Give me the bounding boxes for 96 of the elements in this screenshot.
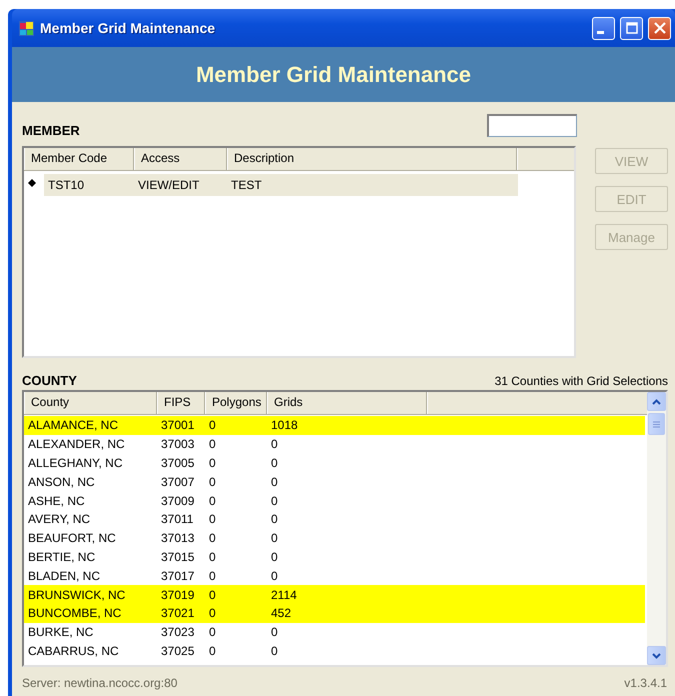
- table-cell-text: 0: [270, 456, 279, 470]
- table-cell-text: 0: [208, 606, 217, 620]
- chevron-down-icon: [652, 652, 661, 658]
- maximize-icon: [626, 22, 638, 34]
- chevron-up-icon: [652, 398, 661, 404]
- table-cell-text: ANSON, NC: [27, 474, 96, 489]
- table-cell-text: ASHE, NC: [27, 494, 86, 508]
- table-cell-text: 37019: [160, 588, 196, 602]
- app-heading: Member Grid Maintenance: [196, 62, 472, 88]
- table-cell-text: 0: [270, 437, 279, 452]
- table-row[interactable]: AVERY, NC 37011 0 0: [24, 510, 645, 529]
- table-cell-text: 37025: [160, 644, 196, 658]
- table-cell-text: 0: [208, 531, 217, 546]
- app-icon: [18, 20, 35, 36]
- minimize-button[interactable]: [592, 16, 615, 40]
- table-row[interactable]: BEAUFORT, NC 37013 0 0: [24, 528, 645, 548]
- selection-summary: 31 Counties with Grid Selections: [494, 374, 668, 388]
- table-row[interactable]: BUNCOMBE, NC 37021 0 452: [24, 604, 645, 623]
- table-row[interactable]: BURKE, NC 37023 0 0: [24, 622, 645, 642]
- table-cell-text: 37013: [160, 531, 196, 546]
- table-cell-text: 37007: [160, 474, 196, 489]
- table-cell-text: 0: [270, 494, 279, 508]
- scroll-down-button[interactable]: [647, 646, 666, 665]
- column-header[interactable]: Access: [134, 148, 227, 170]
- table-cell-text: 37003: [160, 437, 196, 452]
- current-row-icon: [28, 179, 36, 187]
- table-cell-text: 0: [208, 568, 217, 583]
- table-cell-text: 0: [208, 644, 217, 658]
- scroll-up-button[interactable]: [647, 392, 666, 411]
- table-cell-text: VIEW/EDIT: [137, 178, 200, 192]
- table-row[interactable]: ALEXANDER, NC 37003 0 0: [24, 434, 645, 454]
- column-header[interactable]: Polygons: [205, 392, 267, 414]
- table-row[interactable]: ALAMANCE, NC 37001 0 1018: [24, 416, 645, 435]
- table-cell-text: BERTIE, NC: [27, 550, 96, 564]
- section-label: COUNTY: [22, 373, 77, 388]
- close-button[interactable]: [648, 16, 671, 40]
- table-cell-text: 37011: [160, 512, 194, 526]
- table-cell-text: 0: [270, 550, 279, 564]
- table-cell-text: CABARRUS, NC: [27, 644, 120, 658]
- table-cell-text: BURKE, NC: [27, 625, 94, 640]
- table-row[interactable]: BERTIE, NC 37015 0 0: [24, 548, 645, 566]
- table-row[interactable]: BRUNSWICK, NC 37019 0 2114: [24, 585, 645, 604]
- column-header[interactable]: Member Code: [24, 148, 134, 170]
- table-cell-text: 1018: [270, 418, 299, 432]
- table-cell-text: 0: [208, 550, 217, 564]
- window-title: Member Grid Maintenance: [40, 20, 216, 36]
- table-row[interactable]: ALLEGHANY, NC 37005 0 0: [24, 454, 645, 472]
- maximize-button[interactable]: [620, 16, 643, 40]
- table-cell-text: 0: [208, 512, 217, 526]
- table-cell-text: 0: [270, 644, 279, 658]
- table-cell-text: 0: [270, 625, 279, 640]
- table-cell-text: 37021: [160, 606, 196, 620]
- table-cell-text: 37009: [160, 494, 196, 508]
- table-cell-text: 37023: [160, 625, 196, 640]
- table-cell-text: BEAUFORT, NC: [27, 531, 117, 546]
- table-cell-text: BRUNSWICK, NC: [27, 588, 126, 602]
- table-cell-text: 0: [270, 531, 279, 546]
- table-cell-text: 0: [208, 494, 217, 508]
- server-status: Server: newtina.ncocc.org:80: [22, 676, 178, 690]
- table-cell-text: 37005: [160, 456, 196, 470]
- table-cell-text: 0: [270, 474, 279, 489]
- scrollbar[interactable]: [647, 392, 666, 665]
- table-cell-text: 37017: [160, 568, 196, 583]
- table-cell-text: 452: [270, 606, 292, 620]
- table-cell-text: 2114: [270, 588, 298, 602]
- column-header[interactable]: FIPS: [157, 392, 205, 414]
- table-cell-text: BLADEN, NC: [27, 568, 102, 583]
- table-cell-text: 0: [208, 474, 217, 489]
- table-row[interactable]: CABARRUS, NC 37025 0 0: [24, 642, 645, 660]
- table-cell-text: AVERY, NC: [27, 512, 92, 526]
- table-cell-text: 0: [208, 437, 217, 452]
- table-cell-text: 37015: [160, 550, 196, 564]
- table-cell-text: ALAMANCE, NC: [27, 418, 120, 432]
- close-icon: [654, 22, 666, 34]
- table-cell-text: TEST: [230, 178, 263, 192]
- table-cell-text: ALEXANDER, NC: [27, 437, 126, 452]
- table-cell-text: 0: [208, 456, 217, 470]
- table-cell-text: 37001: [160, 418, 196, 432]
- table-row[interactable]: ASHE, NC 37009 0 0: [24, 491, 645, 510]
- scroll-thumb[interactable]: [648, 413, 665, 435]
- table-row[interactable]: ANSON, NC 37007 0 0: [24, 472, 645, 492]
- minimize-icon: [597, 31, 604, 34]
- grip-icon: [653, 420, 660, 428]
- table-cell-text: 0: [270, 512, 279, 526]
- table-cell-text: 0: [208, 625, 217, 640]
- table-cell-text: 0: [270, 568, 279, 583]
- table-row[interactable]: BLADEN, NC 37017 0 0: [24, 566, 645, 586]
- search-field[interactable]: [487, 114, 577, 137]
- table-cell-text: 0: [208, 588, 217, 602]
- table-cell-text: 0: [208, 418, 217, 432]
- section-label: MEMBER: [22, 123, 80, 138]
- table-cell-text: BUNCOMBE, NC: [27, 606, 122, 620]
- column-header[interactable]: County: [24, 392, 157, 414]
- table-cell-text: TST10: [47, 178, 86, 192]
- version-label: v1.3.4.1: [624, 676, 667, 690]
- table-cell-text: ALLEGHANY, NC: [27, 456, 124, 470]
